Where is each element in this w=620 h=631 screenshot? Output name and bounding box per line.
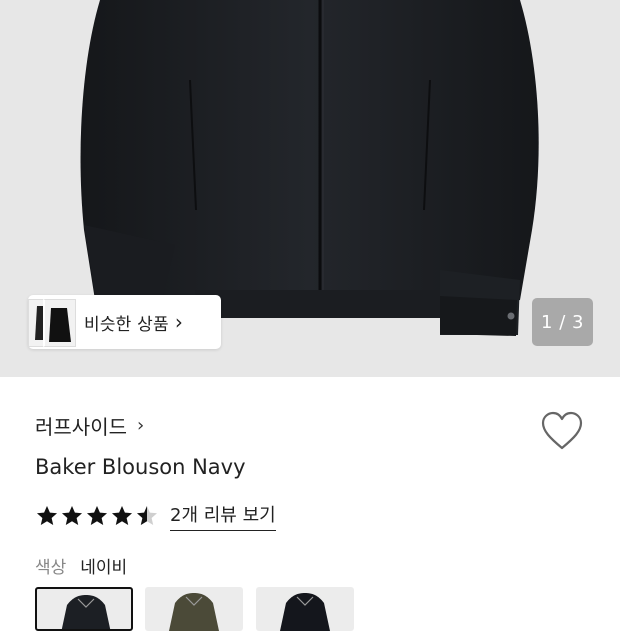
color-swatch-black[interactable] (256, 587, 354, 631)
color-option-row: 색상 네이비 (35, 553, 127, 578)
image-counter: 1 / 3 (532, 298, 593, 346)
star-rating (35, 504, 160, 528)
color-swatch-olive[interactable] (145, 587, 243, 631)
rating-row: 2개 리뷰 보기 (35, 501, 276, 531)
star-icon (37, 506, 57, 525)
star-icon (112, 506, 132, 525)
product-image-gallery[interactable]: 비슷한 상품 › 1 / 3 (0, 0, 620, 377)
reviews-link[interactable]: 2개 리뷰 보기 (170, 501, 276, 531)
color-swatch-navy[interactable] (35, 587, 133, 631)
similar-products-button[interactable]: 비슷한 상품 › (28, 295, 221, 349)
chevron-right-icon: › (174, 310, 183, 334)
heart-icon[interactable] (540, 410, 584, 452)
product-title: Baker Blouson Navy (35, 455, 246, 479)
swatch-jacket-image (280, 593, 330, 631)
star-icon (62, 506, 82, 525)
brand-name: 러프사이드 (35, 415, 127, 439)
swatch-jacket-image (61, 595, 111, 629)
similar-thumbnails (28, 295, 76, 349)
color-label: 색상 (35, 558, 67, 578)
similar-thumbnail (43, 299, 76, 347)
star-icon (87, 506, 107, 525)
swatch-jacket-image (169, 593, 219, 631)
chevron-right-icon: › (137, 415, 145, 436)
color-value: 네이비 (80, 558, 128, 578)
star-icon (137, 506, 157, 525)
similar-products-label: 비슷한 상품 (84, 314, 169, 335)
brand-link[interactable]: 러프사이드 › (35, 411, 144, 440)
